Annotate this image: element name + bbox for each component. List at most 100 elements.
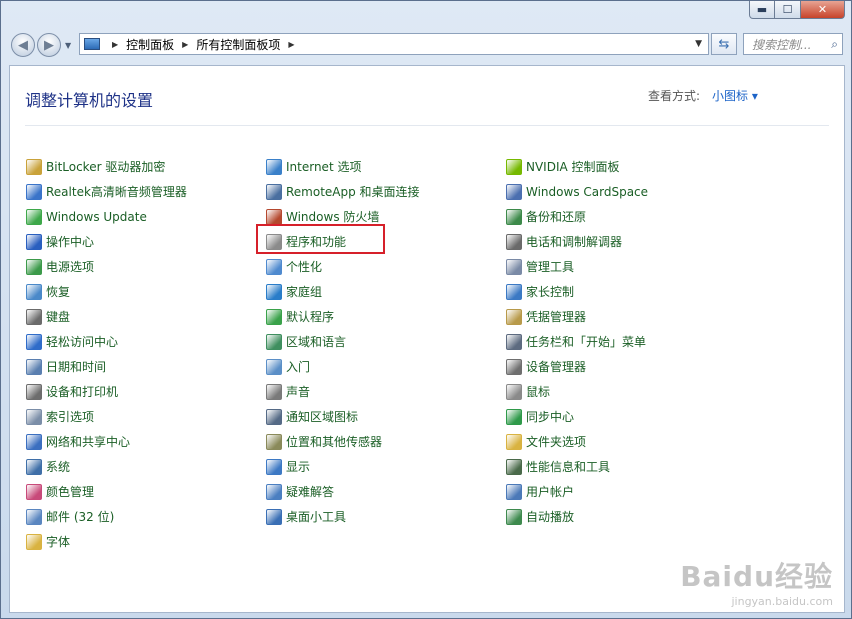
item-label: 电话和调制解调器 xyxy=(526,235,623,249)
items-column-3: NVIDIA 控制面板 Windows CardSpace 备份和还原电话和调制解调… xyxy=(506,154,648,529)
control-panel-item[interactable]: 设备管理器 xyxy=(506,354,648,379)
system-icon xyxy=(26,458,42,475)
notification-icon xyxy=(266,408,282,425)
internet-icon xyxy=(266,158,282,175)
address-dropdown-icon[interactable]: ▼ xyxy=(695,39,702,49)
control-panel-item[interactable]: 索引选项 xyxy=(26,404,187,429)
control-panel-item[interactable]: 默认程序 xyxy=(266,304,420,329)
control-panel-item[interactable]: 系统 xyxy=(26,454,187,479)
control-panel-item[interactable]: 通知区域图标 xyxy=(266,404,420,429)
item-label: 用户帐户 xyxy=(526,485,575,499)
item-label: Windows CardSpace xyxy=(526,184,649,199)
control-panel-item[interactable]: 键盘 xyxy=(26,304,187,329)
control-panel-item[interactable]: 网络和共享中心 xyxy=(26,429,187,454)
control-panel-item[interactable]: BitLocker 驱动器加密 xyxy=(26,154,187,179)
control-panel-item[interactable]: Realtek高清晰音频管理器 xyxy=(26,179,187,204)
control-panel-item[interactable]: 邮件 (32 位) xyxy=(26,504,187,529)
back-button[interactable]: ◀ xyxy=(11,33,35,57)
control-panel-item[interactable]: 颜色管理 xyxy=(26,479,187,504)
item-label: 显示 xyxy=(286,460,311,474)
autoplay-icon xyxy=(506,508,522,525)
breadcrumb-control-panel[interactable]: 控制面板 xyxy=(126,36,174,53)
breadcrumb-separator-icon[interactable]: ▶ xyxy=(288,40,294,49)
keyboard-icon xyxy=(26,308,42,325)
control-panel-item[interactable]: 恢复 xyxy=(26,279,187,304)
control-panel-item[interactable]: 设备和打印机 xyxy=(26,379,187,404)
recovery-icon xyxy=(26,283,42,300)
control-panel-item[interactable]: RemoteApp 和桌面连接 xyxy=(266,179,420,204)
index-icon xyxy=(26,408,42,425)
control-panel-item[interactable]: 凭据管理器 xyxy=(506,304,648,329)
control-panel-item[interactable]: 自动播放 xyxy=(506,504,648,529)
network-icon xyxy=(26,433,42,450)
item-label: 位置和其他传感器 xyxy=(286,435,383,449)
maximize-button[interactable]: ☐ xyxy=(775,1,801,19)
control-panel-icon xyxy=(84,38,100,50)
control-panel-item[interactable]: 性能信息和工具 xyxy=(506,454,648,479)
control-panel-item[interactable]: Internet 选项 xyxy=(266,154,420,179)
control-panel-item[interactable]: 位置和其他传感器 xyxy=(266,429,420,454)
control-panel-item[interactable]: 家长控制 xyxy=(506,279,648,304)
watermark-logo: Baidu经验 xyxy=(680,560,833,593)
close-button[interactable]: ✕ xyxy=(801,1,845,19)
item-label: 区域和语言 xyxy=(286,335,347,349)
control-panel-item[interactable]: 入门 xyxy=(266,354,420,379)
item-label: 同步中心 xyxy=(526,410,575,424)
clock-icon xyxy=(26,358,42,375)
admin-tools-icon xyxy=(506,258,522,275)
breadcrumb-separator-icon[interactable]: ▶ xyxy=(112,40,118,49)
refresh-button[interactable]: ⇆ xyxy=(711,33,737,55)
control-panel-item[interactable]: 显示 xyxy=(266,454,420,479)
search-placeholder: 搜索控制... xyxy=(752,37,812,52)
control-panel-item[interactable]: 用户帐户 xyxy=(506,479,648,504)
search-input[interactable]: 搜索控制... ⌕ xyxy=(743,33,843,55)
control-panel-item[interactable]: 字体 xyxy=(26,529,187,554)
default-programs-icon xyxy=(266,308,282,325)
control-panel-item[interactable]: 鼠标 xyxy=(506,379,648,404)
item-label: RemoteApp 和桌面连接 xyxy=(286,185,420,199)
control-panel-item[interactable]: 轻松访问中心 xyxy=(26,329,187,354)
header-divider xyxy=(25,125,829,126)
control-panel-item[interactable]: 任务栏和「开始」菜单 xyxy=(506,329,648,354)
control-panel-window: ▬ ☐ ✕ ◀ ▶ ▼ ▶ 控制面板 ▶ 所有控制面板项 ▶ ▼ ⇆ 搜索控制.… xyxy=(0,0,852,619)
control-panel-item[interactable]: 桌面小工具 xyxy=(266,504,420,529)
control-panel-item[interactable]: 声音 xyxy=(266,379,420,404)
items-column-2: Internet 选项 RemoteApp 和桌面连接 Windows 防火墙 程序和… xyxy=(266,154,420,529)
control-panel-item[interactable]: 管理工具 xyxy=(506,254,648,279)
control-panel-item[interactable]: 文件夹选项 xyxy=(506,429,648,454)
control-panel-item[interactable]: 电话和调制解调器 xyxy=(506,229,648,254)
windows-update-icon xyxy=(26,208,42,225)
control-panel-item[interactable]: Windows Update xyxy=(26,204,187,229)
control-panel-item[interactable]: 家庭组 xyxy=(266,279,420,304)
view-mode-dropdown[interactable]: 小图标 ▾ xyxy=(712,87,758,104)
globe-icon xyxy=(266,333,282,350)
control-panel-item[interactable]: 备份和还原 xyxy=(506,204,648,229)
control-panel-item[interactable]: NVIDIA 控制面板 xyxy=(506,154,648,179)
control-panel-item[interactable]: 电源选项 xyxy=(26,254,187,279)
search-icon[interactable]: ⌕ xyxy=(831,37,838,52)
control-panel-item[interactable]: 个性化 xyxy=(266,254,420,279)
control-panel-item[interactable]: Windows CardSpace xyxy=(506,179,648,204)
breadcrumb-all-items[interactable]: 所有控制面板项 xyxy=(196,36,280,53)
item-label: 设备和打印机 xyxy=(46,385,119,399)
item-label: 疑难解答 xyxy=(286,485,335,499)
item-label: 性能信息和工具 xyxy=(526,460,611,474)
control-panel-item[interactable]: 区域和语言 xyxy=(266,329,420,354)
control-panel-item[interactable]: 日期和时间 xyxy=(26,354,187,379)
getting-started-icon xyxy=(266,358,282,375)
breadcrumb-separator-icon[interactable]: ▶ xyxy=(182,40,188,49)
control-panel-item[interactable]: 疑难解答 xyxy=(266,479,420,504)
forward-arrow-icon: ▶ xyxy=(44,37,54,53)
sync-icon xyxy=(506,408,522,425)
address-bar[interactable]: ▶ 控制面板 ▶ 所有控制面板项 ▶ ▼ xyxy=(79,33,709,55)
item-label: 备份和还原 xyxy=(526,210,587,224)
item-label: 桌面小工具 xyxy=(286,510,347,524)
control-panel-item[interactable]: 操作中心 xyxy=(26,229,187,254)
sound-icon xyxy=(266,383,282,400)
recent-pages-dropdown[interactable]: ▼ xyxy=(65,41,71,50)
minimize-button[interactable]: ▬ xyxy=(749,1,775,19)
item-label: 声音 xyxy=(286,385,311,399)
control-panel-item[interactable]: 同步中心 xyxy=(506,404,648,429)
homegroup-icon xyxy=(266,283,282,300)
forward-button[interactable]: ▶ xyxy=(37,33,61,57)
